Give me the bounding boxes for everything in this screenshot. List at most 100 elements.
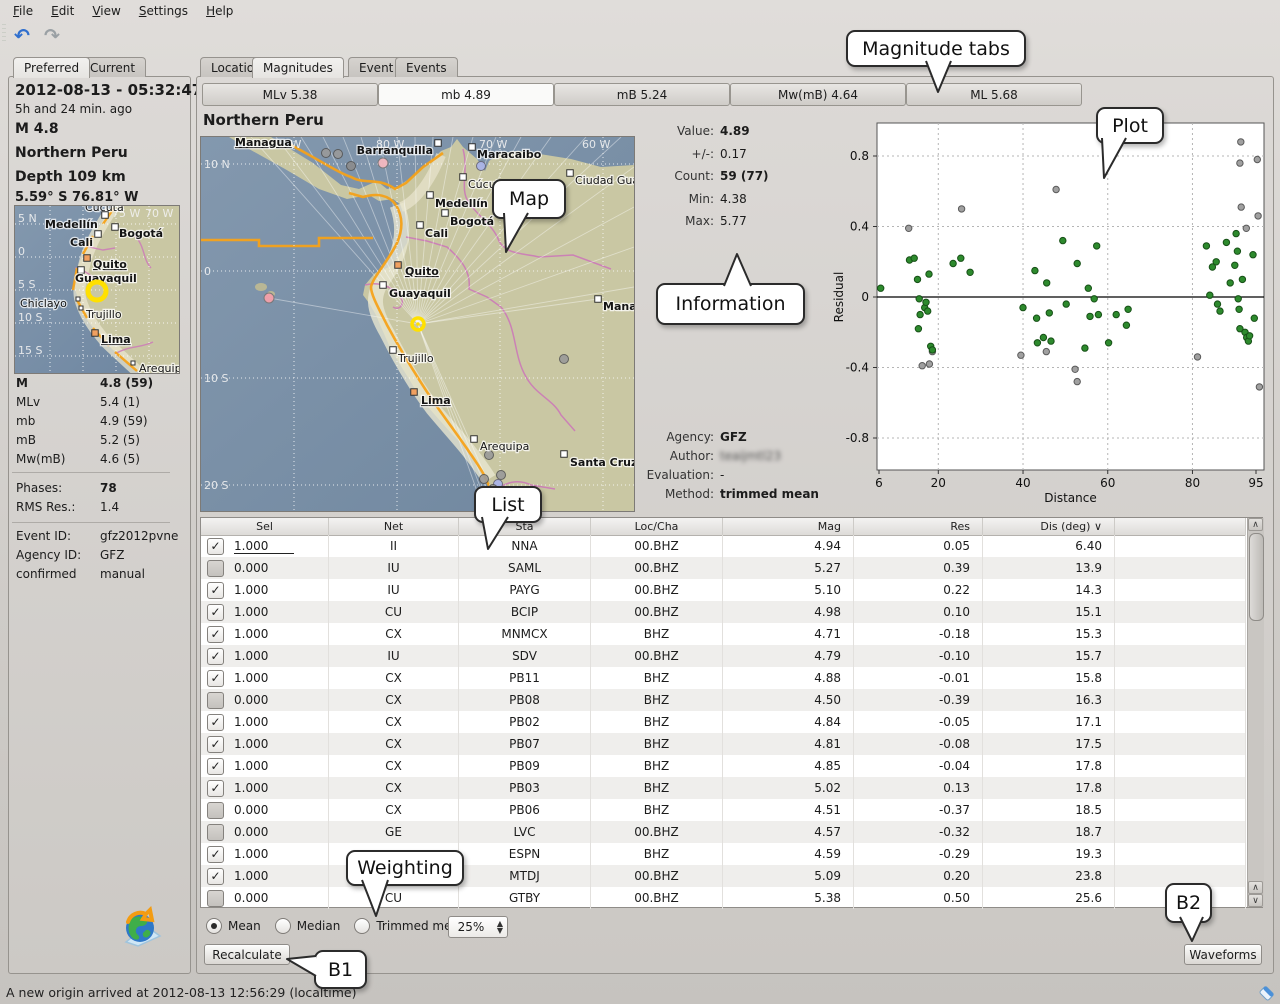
table-row[interactable]: 0.000IUSAML00.BHZ5.270.3913.9 [201, 557, 1246, 579]
residual-point-used[interactable] [1125, 306, 1131, 312]
magnitude-tab-mb[interactable]: mb 4.89 [378, 83, 554, 106]
table-row[interactable]: 0.000CUGTBY00.BHZ5.380.5025.6 [201, 887, 1246, 909]
residual-point-used[interactable] [1213, 259, 1219, 265]
scroll-up-arrow[interactable]: ∧ [1248, 518, 1263, 531]
magnitude-tab-mlv[interactable]: MLv 5.38 [202, 83, 378, 106]
residual-point-used[interactable] [1046, 310, 1052, 316]
station-weight[interactable]: 0.000 [234, 561, 268, 575]
residual-point-unused[interactable] [1053, 186, 1059, 192]
residual-point-used[interactable] [1063, 301, 1069, 307]
station-select-checkbox[interactable]: ✓ [207, 758, 224, 775]
residual-point-used[interactable] [917, 311, 923, 317]
table-row[interactable]: 0.000GELVC00.BHZ4.57-0.3218.7 [201, 821, 1246, 843]
residual-point-used[interactable] [1217, 308, 1223, 314]
residual-point-used[interactable] [1095, 311, 1101, 317]
residual-point-used[interactable] [1235, 296, 1241, 302]
residual-point-used[interactable] [1250, 252, 1256, 258]
trim-percent-spinbox[interactable]: 25% ▲▼ [448, 916, 508, 938]
residual-point-used[interactable] [1233, 230, 1239, 236]
residual-point-unused[interactable] [1237, 160, 1243, 166]
overview-map[interactable]: 75 W70 W5 N05 S10 S15 SCúcutaMedellínBog… [14, 205, 180, 374]
station-select-checkbox[interactable]: ✓ [207, 626, 224, 643]
residual-point-used[interactable] [1020, 304, 1026, 310]
station-weight[interactable]: 1.000 [234, 583, 268, 597]
residual-point-used[interactable] [1060, 237, 1066, 243]
residual-point-used[interactable] [929, 347, 935, 353]
menu-item-file[interactable]: File [4, 2, 42, 20]
residual-point-used[interactable] [1085, 285, 1091, 291]
undo-icon[interactable]: ↶ [10, 24, 34, 48]
residual-point-unused[interactable] [1072, 366, 1078, 372]
residual-point-unused[interactable] [1238, 204, 1244, 210]
residual-point-used[interactable] [1234, 248, 1240, 254]
scroll-up-arrow-bottom[interactable]: ∧ [1248, 881, 1263, 894]
residual-point-unused[interactable] [1043, 348, 1049, 354]
residual-point-unused[interactable] [1238, 139, 1244, 145]
column-header-sel[interactable]: Sel [201, 518, 329, 535]
column-header-loc-cha[interactable]: Loc/Cha [591, 518, 723, 535]
residual-point-used[interactable] [1048, 338, 1054, 344]
residual-point-used[interactable] [1040, 334, 1046, 340]
station-select-checkbox[interactable] [207, 560, 224, 577]
residual-point-used[interactable] [878, 285, 884, 291]
station-select-checkbox[interactable]: ✓ [207, 604, 224, 621]
residual-point-used[interactable] [950, 260, 956, 266]
station-select-checkbox[interactable] [207, 890, 224, 907]
menu-item-view[interactable]: View [83, 2, 129, 20]
station-weight[interactable]: 1.000 [234, 847, 268, 861]
residual-point-used[interactable] [1094, 243, 1100, 249]
table-row[interactable]: ✓1.000CUBCIP00.BHZ4.980.1015.1 [201, 601, 1246, 623]
residual-point-used[interactable] [1044, 280, 1050, 286]
residual-point-used[interactable] [958, 255, 964, 261]
residual-point-used[interactable] [1214, 301, 1220, 307]
residual-point-used[interactable] [1246, 333, 1252, 339]
station-weight[interactable]: 1.000 [234, 649, 268, 663]
residual-point-used[interactable] [911, 255, 917, 261]
station-weight[interactable]: 0.000 [234, 803, 268, 817]
residual-point-used[interactable] [967, 269, 973, 275]
residual-point-used[interactable] [926, 271, 932, 277]
station-select-checkbox[interactable]: ✓ [207, 670, 224, 687]
residual-point-used[interactable] [1091, 296, 1097, 302]
residual-point-used[interactable] [1123, 322, 1129, 328]
column-header-mag[interactable]: Mag [723, 518, 854, 535]
residual-point-unused[interactable] [1256, 384, 1262, 390]
residual-point-unused[interactable] [1074, 378, 1080, 384]
residual-point-used[interactable] [915, 326, 921, 332]
menu-item-help[interactable]: Help [197, 2, 242, 20]
station-select-checkbox[interactable]: ✓ [207, 538, 224, 555]
station-select-checkbox[interactable] [207, 692, 224, 709]
station-weight[interactable]: 0.000 [234, 891, 268, 905]
redo-icon[interactable]: ↷ [40, 24, 64, 48]
residual-point-used[interactable] [1207, 292, 1213, 298]
menu-item-settings[interactable]: Settings [130, 2, 197, 20]
scrollbar-thumb[interactable] [1249, 533, 1264, 621]
station-weight[interactable]: 1.000 [234, 671, 268, 685]
station-select-checkbox[interactable]: ✓ [207, 714, 224, 731]
tab-preferred[interactable]: Preferred [13, 57, 90, 78]
tab-magnitudes[interactable]: Magnitudes [252, 57, 344, 78]
residual-point-unused[interactable] [1243, 225, 1249, 231]
magnitude-tab-mb[interactable]: mB 5.24 [554, 83, 730, 106]
station-select-checkbox[interactable]: ✓ [207, 582, 224, 599]
table-row[interactable]: ✓1.000CXPB03BHZ5.020.1317.8 [201, 777, 1246, 799]
station-weight[interactable]: 1.000 [234, 737, 268, 751]
station-map[interactable]: 90 W80 W70 W60 W10 N010 S20 SManaguaBarr… [200, 136, 635, 512]
radio-mean[interactable] [206, 918, 222, 934]
table-row[interactable]: ✓1.000CXPB02BHZ4.84-0.0517.1 [201, 711, 1246, 733]
residual-point-used[interactable] [1236, 306, 1242, 312]
waveforms-button[interactable]: Waveforms [1184, 944, 1262, 965]
residual-point-used[interactable] [916, 296, 922, 302]
magnitude-tab-mw(mb)[interactable]: Mw(mB) 4.64 [730, 83, 906, 106]
residual-point-used[interactable] [1227, 280, 1233, 286]
residual-point-used[interactable] [1087, 313, 1093, 319]
column-header-net[interactable]: Net [329, 518, 459, 535]
residual-point-used[interactable] [1074, 260, 1080, 266]
residual-point-unused[interactable] [919, 363, 925, 369]
station-weight[interactable]: 1.000 [234, 715, 268, 729]
station-weight[interactable]: 1.000 [234, 605, 268, 619]
station-weight[interactable]: 1.000 [234, 539, 294, 554]
station-weight[interactable]: 0.000 [234, 825, 268, 839]
tab-events[interactable]: Events [395, 57, 458, 77]
status-tray-icon[interactable] [1258, 984, 1276, 1002]
